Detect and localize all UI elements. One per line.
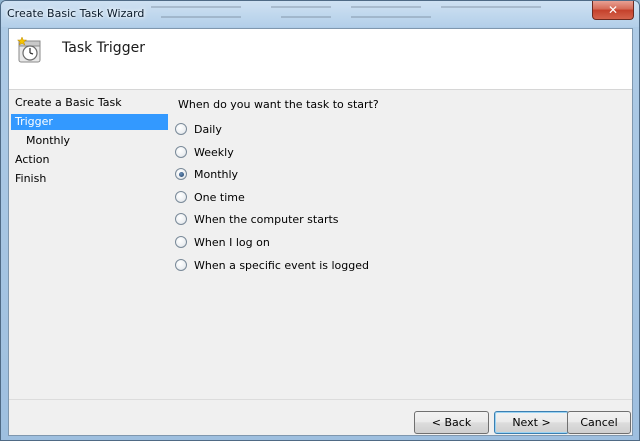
radio-weekly[interactable]: [175, 146, 187, 158]
wizard-header: Task Trigger: [9, 29, 632, 90]
wizard-window: Create Basic Task Wizard ✕ Task Trigger …: [0, 0, 640, 441]
step-create-basic-task[interactable]: Create a Basic Task: [11, 95, 168, 111]
option-label: Weekly: [194, 145, 234, 159]
wizard-footer: < Back Next > Cancel: [9, 399, 632, 435]
close-icon: ✕: [607, 3, 619, 17]
clock-task-icon: [16, 36, 41, 63]
trigger-options-panel: When do you want the task to start? Dail…: [175, 93, 625, 393]
radio-one-time[interactable]: [175, 191, 187, 203]
radio-daily[interactable]: [175, 123, 187, 135]
trigger-question: When do you want the task to start?: [178, 98, 379, 111]
step-monthly[interactable]: Monthly: [11, 133, 168, 149]
radio-checked-dot: [178, 171, 184, 177]
option-computer-starts[interactable]: When the computer starts: [175, 211, 339, 227]
step-action[interactable]: Action: [11, 152, 168, 168]
wizard-client-area: Task Trigger Create a Basic Task Trigger…: [8, 28, 633, 436]
option-weekly[interactable]: Weekly: [175, 144, 234, 160]
option-log-on[interactable]: When I log on: [175, 234, 270, 250]
radio-event-logged[interactable]: [175, 259, 187, 271]
option-label: Monthly: [194, 167, 239, 181]
step-finish[interactable]: Finish: [11, 171, 168, 187]
option-daily[interactable]: Daily: [175, 121, 222, 137]
page-title: Task Trigger: [62, 40, 145, 56]
option-event-logged[interactable]: When a specific event is logged: [175, 257, 369, 273]
cancel-button[interactable]: Cancel: [567, 411, 631, 434]
close-button[interactable]: ✕: [592, 1, 634, 20]
step-trigger[interactable]: Trigger: [11, 114, 168, 130]
radio-computer-starts[interactable]: [175, 213, 187, 225]
title-bar[interactable]: Create Basic Task Wizard ✕: [1, 1, 639, 27]
option-label: When a specific event is logged: [194, 258, 369, 272]
option-monthly[interactable]: Monthly: [175, 166, 238, 182]
wizard-step-list: Create a Basic Task Trigger Monthly Acti…: [11, 93, 170, 393]
radio-log-on[interactable]: [175, 236, 187, 248]
background-window-ghost: [151, 2, 551, 24]
next-button[interactable]: Next >: [494, 411, 569, 434]
option-label: When the computer starts: [194, 212, 339, 226]
option-label: One time: [194, 190, 245, 204]
option-one-time[interactable]: One time: [175, 189, 245, 205]
option-label: Daily: [194, 122, 222, 136]
option-label: When I log on: [194, 235, 270, 249]
back-button[interactable]: < Back: [414, 411, 489, 434]
window-title: Create Basic Task Wizard: [7, 7, 145, 20]
radio-monthly-checked[interactable]: [175, 168, 187, 180]
